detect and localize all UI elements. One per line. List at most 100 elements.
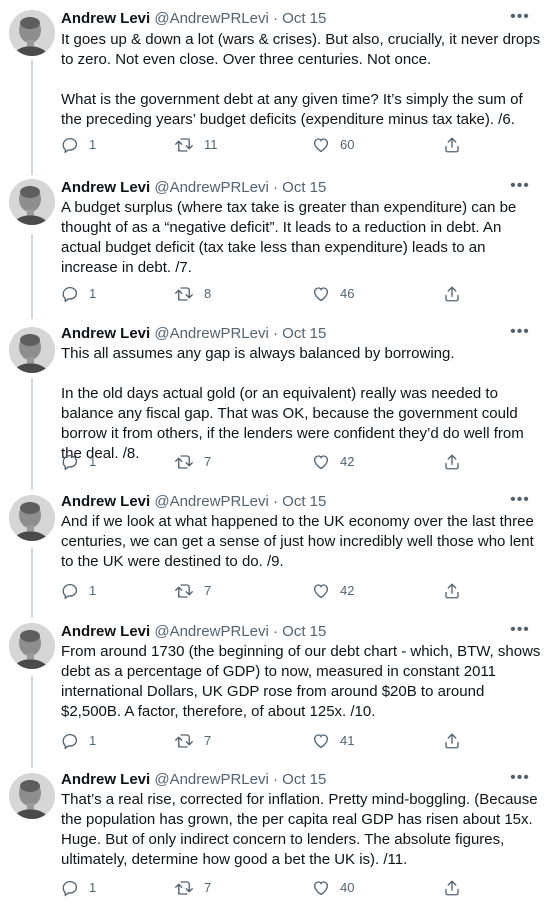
like-button[interactable]: 42 <box>312 452 354 472</box>
like-count: 46 <box>340 286 355 301</box>
more-options-icon[interactable]: ••• <box>508 768 532 788</box>
share-button[interactable] <box>443 284 461 304</box>
reply-button[interactable]: 1 <box>61 731 96 751</box>
separator-dot: · <box>272 10 278 27</box>
retweet-button[interactable]: 7 <box>174 731 211 751</box>
author-handle[interactable]: @AndrewPRLevi <box>154 493 268 510</box>
tweet-date[interactable]: Oct 15 <box>282 493 326 510</box>
avatar[interactable] <box>9 623 55 669</box>
more-options-icon[interactable]: ••• <box>508 490 532 510</box>
avatar[interactable] <box>9 495 55 541</box>
tweet-text: And if we look at what happened to the U… <box>61 512 542 572</box>
like-button[interactable]: 42 <box>312 581 354 601</box>
tweet-header: Andrew Levi @AndrewPRLevi · Oct 15 ••• <box>61 7 538 29</box>
avatar[interactable] <box>9 773 55 819</box>
avatar[interactable] <box>9 10 55 56</box>
author-name[interactable]: Andrew Levi <box>61 10 150 27</box>
author-name[interactable]: Andrew Levi <box>61 771 150 788</box>
tweet[interactable]: Andrew Levi @AndrewPRLevi · Oct 15 ••• T… <box>0 320 550 490</box>
like-button[interactable]: 40 <box>312 878 354 898</box>
tweet-date[interactable]: Oct 15 <box>282 179 326 196</box>
author-handle[interactable]: @AndrewPRLevi <box>154 623 268 640</box>
retweet-button[interactable]: 7 <box>174 581 211 601</box>
tweet-paragraph: It goes up & down a lot (wars & crises).… <box>61 31 541 68</box>
tweet-paragraph: What is the government debt at any given… <box>61 91 523 128</box>
reply-button[interactable]: 1 <box>61 878 96 898</box>
tweet[interactable]: Andrew Levi @AndrewPRLevi · Oct 15 ••• A… <box>0 490 550 620</box>
tweet[interactable]: Andrew Levi @AndrewPRLevi · Oct 15 ••• T… <box>0 768 550 905</box>
retweet-count: 7 <box>204 454 212 469</box>
share-button[interactable] <box>443 452 461 472</box>
tweet-date[interactable]: Oct 15 <box>282 623 326 640</box>
tweet-paragraph: From around 1730 (the beginning of our d… <box>61 643 541 720</box>
reply-icon <box>62 733 78 750</box>
share-icon <box>445 733 459 749</box>
tweet-text: A budget surplus (where tax take is grea… <box>61 198 542 278</box>
tweet-actions: 1 11 60 <box>61 135 521 155</box>
separator-dot: · <box>272 623 278 640</box>
reply-icon <box>62 286 78 303</box>
retweet-count: 8 <box>204 286 212 301</box>
author-handle[interactable]: @AndrewPRLevi <box>154 325 268 342</box>
more-options-icon[interactable]: ••• <box>508 620 532 640</box>
reply-button[interactable]: 1 <box>61 581 96 601</box>
more-options-icon[interactable]: ••• <box>508 176 532 196</box>
reply-button[interactable]: 1 <box>61 135 96 155</box>
retweet-count: 7 <box>204 880 212 895</box>
heart-icon <box>313 584 329 599</box>
like-button[interactable]: 46 <box>312 284 354 304</box>
reply-icon <box>62 583 78 600</box>
retweet-icon <box>175 881 193 895</box>
like-button[interactable]: 41 <box>312 731 354 751</box>
reply-button[interactable]: 1 <box>61 284 96 304</box>
retweet-button[interactable]: 11 <box>174 135 218 155</box>
retweet-button[interactable]: 8 <box>174 284 211 304</box>
reply-count: 1 <box>89 583 97 598</box>
heart-icon <box>313 734 329 749</box>
author-name[interactable]: Andrew Levi <box>61 325 150 342</box>
tweet-actions: 1 7 41 <box>61 731 521 751</box>
author-name[interactable]: Andrew Levi <box>61 493 150 510</box>
author-handle[interactable]: @AndrewPRLevi <box>154 10 268 27</box>
share-button[interactable] <box>443 581 461 601</box>
more-options-icon[interactable]: ••• <box>508 322 532 342</box>
tweet-paragraph: That’s a real rise, corrected for inflat… <box>61 791 538 868</box>
heart-icon <box>313 455 329 470</box>
share-icon <box>445 137 459 153</box>
reply-icon <box>62 880 78 897</box>
like-count: 41 <box>340 733 355 748</box>
reply-count: 1 <box>89 880 97 895</box>
tweet[interactable]: Andrew Levi @AndrewPRLevi · Oct 15 ••• F… <box>0 620 550 770</box>
avatar[interactable] <box>9 179 55 225</box>
heart-icon <box>313 287 329 302</box>
like-count: 42 <box>340 454 355 469</box>
avatar[interactable] <box>9 327 55 373</box>
like-button[interactable]: 60 <box>312 135 354 155</box>
heart-icon <box>313 881 329 896</box>
like-count: 40 <box>340 880 355 895</box>
more-options-icon[interactable]: ••• <box>508 7 532 27</box>
author-name[interactable]: Andrew Levi <box>61 179 150 196</box>
author-name[interactable]: Andrew Levi <box>61 623 150 640</box>
share-button[interactable] <box>443 135 461 155</box>
share-button[interactable] <box>443 878 461 898</box>
reply-button[interactable]: 1 <box>61 452 96 472</box>
tweet-header: Andrew Levi @AndrewPRLevi · Oct 15 ••• <box>61 322 538 344</box>
author-handle[interactable]: @AndrewPRLevi <box>154 179 268 196</box>
tweet[interactable]: Andrew Levi @AndrewPRLevi · Oct 15 ••• I… <box>0 0 550 170</box>
tweet-date[interactable]: Oct 15 <box>282 771 326 788</box>
reply-count: 1 <box>89 137 97 152</box>
tweet-text: From around 1730 (the beginning of our d… <box>61 642 542 722</box>
tweet[interactable]: Andrew Levi @AndrewPRLevi · Oct 15 ••• A… <box>0 170 550 320</box>
share-icon <box>445 286 459 302</box>
retweet-button[interactable]: 7 <box>174 878 211 898</box>
tweet-date[interactable]: Oct 15 <box>282 325 326 342</box>
share-button[interactable] <box>443 731 461 751</box>
reply-icon <box>62 454 78 471</box>
reply-count: 1 <box>89 286 97 301</box>
tweet-paragraph: And if we look at what happened to the U… <box>61 513 534 570</box>
retweet-button[interactable]: 7 <box>174 452 211 472</box>
author-handle[interactable]: @AndrewPRLevi <box>154 771 268 788</box>
tweet-date[interactable]: Oct 15 <box>282 10 326 27</box>
tweet-paragraph: A budget surplus (where tax take is grea… <box>61 199 517 276</box>
